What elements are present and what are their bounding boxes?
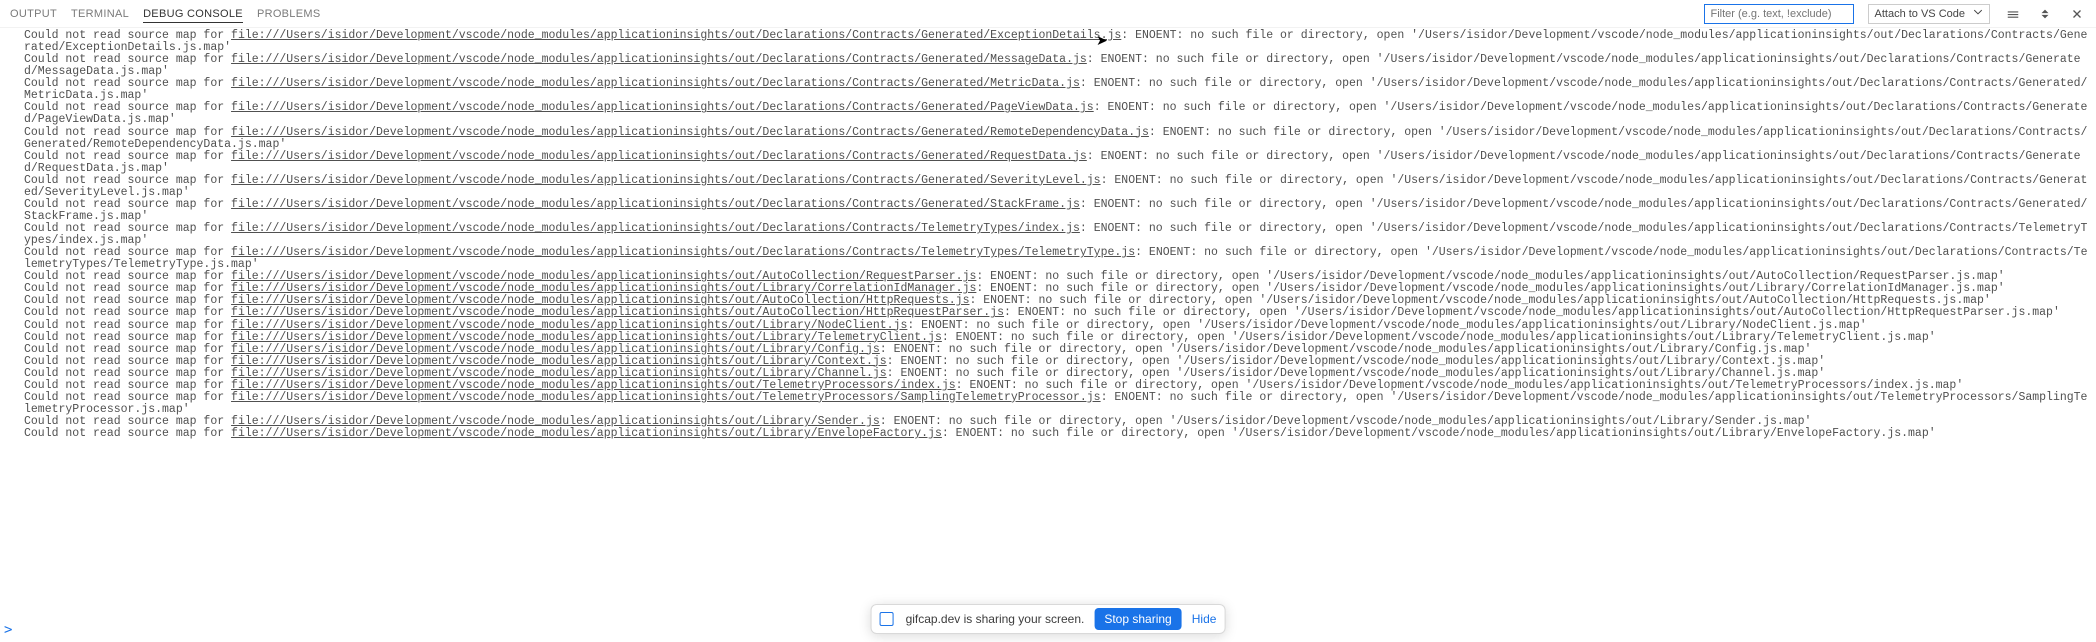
console-line-suffix: : ENOENT: no such file or directory, ope… xyxy=(880,415,1812,428)
console-line-prefix: Could not read source map for xyxy=(24,150,231,163)
console-line-url[interactable]: file:///Users/isidor/Development/vscode/… xyxy=(231,355,887,368)
console-line-prefix: Could not read source map for xyxy=(24,29,231,42)
console-line-prefix: Could not read source map for xyxy=(24,198,231,211)
console-line-suffix: : ENOENT: no such file or directory, ope… xyxy=(942,331,1936,344)
console-line-prefix: Could not read source map for xyxy=(24,331,231,344)
console-line: Could not read source map for file:///Us… xyxy=(24,54,2090,78)
console-line-url[interactable]: file:///Users/isidor/Development/vscode/… xyxy=(231,367,887,380)
console-line-prefix: Could not read source map for xyxy=(24,246,231,259)
console-line-prefix: Could not read source map for xyxy=(24,294,231,307)
console-line-prefix: Could not read source map for xyxy=(24,101,231,114)
console-line-url[interactable]: file:///Users/isidor/Development/vscode/… xyxy=(231,294,969,307)
panel-header: OUTPUT TERMINAL DEBUG CONSOLE PROBLEMS A… xyxy=(0,0,2096,28)
console-line-prefix: Could not read source map for xyxy=(24,319,231,332)
console-line-prefix: Could not read source map for xyxy=(24,391,231,404)
console-line-prefix: Could not read source map for xyxy=(24,415,231,428)
repl-prompt-icon[interactable]: > xyxy=(4,622,12,638)
console-line-suffix: : ENOENT: no such file or directory, ope… xyxy=(942,427,1936,440)
stop-sharing-button[interactable]: Stop sharing xyxy=(1094,608,1181,630)
console-line-url[interactable]: file:///Users/isidor/Development/vscode/… xyxy=(231,319,907,332)
console-line: Could not read source map for file:///Us… xyxy=(24,175,2090,199)
hide-sharing-button[interactable]: Hide xyxy=(1192,612,1217,626)
console-line-suffix: : ENOENT: no such file or directory, ope… xyxy=(887,355,1826,368)
console-line-prefix: Could not read source map for xyxy=(24,427,231,440)
console-line-suffix: : ENOENT: no such file or directory, ope… xyxy=(887,367,1826,380)
console-line-url[interactable]: file:///Users/isidor/Development/vscode/… xyxy=(231,246,1135,259)
console-line-suffix: : ENOENT: no such file or directory, ope… xyxy=(907,319,1866,332)
console-line: Could not read source map for file:///Us… xyxy=(24,428,2090,440)
console-line-prefix: Could not read source map for xyxy=(24,77,231,90)
console-line-url[interactable]: file:///Users/isidor/Development/vscode/… xyxy=(231,270,976,283)
console-line-url[interactable]: file:///Users/isidor/Development/vscode/… xyxy=(231,101,1094,114)
console-line-url[interactable]: file:///Users/isidor/Development/vscode/… xyxy=(231,343,880,356)
console-line-url[interactable]: file:///Users/isidor/Development/vscode/… xyxy=(231,379,956,392)
console-line-url[interactable]: file:///Users/isidor/Development/vscode/… xyxy=(231,77,1080,90)
screen-share-bar: gifcap.dev is sharing your screen. Stop … xyxy=(871,604,1226,634)
screen-share-icon xyxy=(880,612,894,626)
maximize-panel-icon[interactable] xyxy=(2036,5,2054,23)
screen-share-text: gifcap.dev is sharing your screen. xyxy=(906,612,1085,626)
console-line-url[interactable]: file:///Users/isidor/Development/vscode/… xyxy=(231,391,1101,404)
console-line-url[interactable]: file:///Users/isidor/Development/vscode/… xyxy=(231,198,1080,211)
tab-terminal[interactable]: TERMINAL xyxy=(71,8,129,20)
console-line: Could not read source map for file:///Us… xyxy=(24,392,2090,416)
debug-target-select[interactable]: Attach to VS Code xyxy=(1868,4,1991,24)
console-line-prefix: Could not read source map for xyxy=(24,126,231,139)
console-line-url[interactable]: file:///Users/isidor/Development/vscode/… xyxy=(231,282,976,295)
console-line-prefix: Could not read source map for xyxy=(24,270,231,283)
console-line-prefix: Could not read source map for xyxy=(24,355,231,368)
console-line-suffix: : ENOENT: no such file or directory, ope… xyxy=(956,379,1964,392)
chevron-down-icon xyxy=(1973,7,1983,20)
console-line-url[interactable]: file:///Users/isidor/Development/vscode/… xyxy=(231,331,942,344)
console-line-url[interactable]: file:///Users/isidor/Development/vscode/… xyxy=(231,174,1101,187)
console-line: Could not read source map for file:///Us… xyxy=(24,30,2090,54)
console-line-url[interactable]: file:///Users/isidor/Development/vscode/… xyxy=(231,150,1087,163)
console-line-url[interactable]: file:///Users/isidor/Development/vscode/… xyxy=(231,306,1004,319)
debug-console-output[interactable]: Could not read source map for file:///Us… xyxy=(0,28,2096,642)
console-line-suffix: : ENOENT: no such file or directory, ope… xyxy=(969,294,1990,307)
console-line-url[interactable]: file:///Users/isidor/Development/vscode/… xyxy=(231,29,1121,42)
console-line-url[interactable]: file:///Users/isidor/Development/vscode/… xyxy=(231,415,880,428)
console-line-url[interactable]: file:///Users/isidor/Development/vscode/… xyxy=(231,222,1080,235)
console-line-prefix: Could not read source map for xyxy=(24,306,231,319)
close-panel-icon[interactable] xyxy=(2068,5,2086,23)
console-line-url[interactable]: file:///Users/isidor/Development/vscode/… xyxy=(231,53,1087,66)
console-line-prefix: Could not read source map for xyxy=(24,174,231,187)
clear-console-icon[interactable] xyxy=(2004,5,2022,23)
console-line: Could not read source map for file:///Us… xyxy=(24,127,2090,151)
console-line-suffix: : ENOENT: no such file or directory, ope… xyxy=(880,343,1812,356)
console-line-prefix: Could not read source map for xyxy=(24,379,231,392)
console-line-suffix: : ENOENT: no such file or directory, ope… xyxy=(976,282,2004,295)
console-line-prefix: Could not read source map for xyxy=(24,343,231,356)
console-line: Could not read source map for file:///Us… xyxy=(24,102,2090,126)
console-line-prefix: Could not read source map for xyxy=(24,222,231,235)
console-line: Could not read source map for file:///Us… xyxy=(24,78,2090,102)
console-line-suffix: : ENOENT: no such file or directory, ope… xyxy=(1004,306,2060,319)
tab-debug-console[interactable]: DEBUG CONSOLE xyxy=(143,8,243,23)
tab-output[interactable]: OUTPUT xyxy=(10,8,57,20)
console-line-prefix: Could not read source map for xyxy=(24,53,231,66)
filter-input[interactable] xyxy=(1704,4,1854,24)
console-line-prefix: Could not read source map for xyxy=(24,367,231,380)
console-line: Could not read source map for file:///Us… xyxy=(24,151,2090,175)
debug-target-label: Attach to VS Code xyxy=(1875,8,1966,20)
console-line: Could not read source map for file:///Us… xyxy=(24,223,2090,247)
console-line: Could not read source map for file:///Us… xyxy=(24,247,2090,271)
console-line-url[interactable]: file:///Users/isidor/Development/vscode/… xyxy=(231,126,1149,139)
console-line: Could not read source map for file:///Us… xyxy=(24,199,2090,223)
tab-problems[interactable]: PROBLEMS xyxy=(257,8,321,20)
console-line-prefix: Could not read source map for xyxy=(24,282,231,295)
console-line-url[interactable]: file:///Users/isidor/Development/vscode/… xyxy=(231,427,942,440)
console-line-suffix: : ENOENT: no such file or directory, ope… xyxy=(976,270,2004,283)
